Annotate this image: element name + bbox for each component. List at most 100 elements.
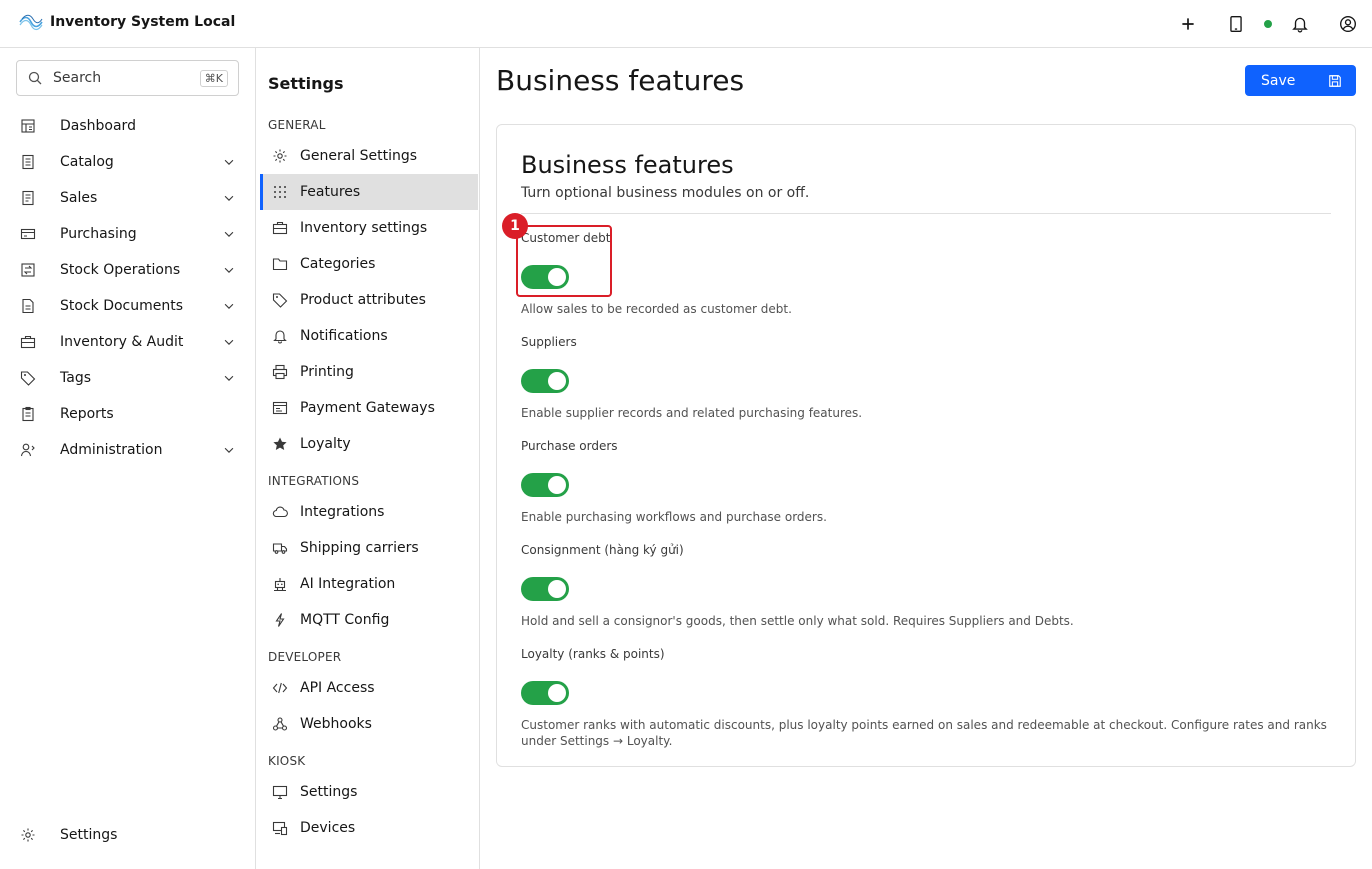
settings-item-ai-integration[interactable]: AI Integration	[260, 566, 478, 602]
settings-item-label: Loyalty	[300, 436, 351, 452]
brand-logo-icon	[19, 14, 43, 31]
sidebar-item-label: Settings	[60, 827, 118, 843]
settings-item-label: MQTT Config	[300, 612, 390, 628]
settings-item-label: Integrations	[300, 504, 385, 520]
sidebar-item-dashboard[interactable]: Dashboard	[0, 108, 256, 144]
page-title: Business features	[496, 64, 745, 97]
search-input[interactable]: Search ⌘K	[16, 60, 239, 96]
settings-item-label: Product attributes	[300, 292, 426, 308]
card-subtitle: Turn optional business modules on or off…	[521, 185, 810, 201]
settings-item-label: Features	[300, 184, 361, 200]
tablet-button[interactable]	[1216, 0, 1256, 48]
settings-item-api-access[interactable]: API Access	[260, 670, 478, 706]
customer-debt-toggle[interactable]	[521, 265, 569, 289]
settings-item-integrations[interactable]: Integrations	[260, 494, 478, 530]
settings-item-product-attributes[interactable]: Product attributes	[260, 282, 478, 318]
sidebar-item-stock-operations[interactable]: Stock Operations	[0, 252, 256, 288]
sidebar-item-reports[interactable]: Reports	[0, 396, 256, 432]
main-content: Business features Save Business features…	[480, 48, 1372, 869]
add-button[interactable]	[1168, 0, 1208, 48]
stock-operations-icon	[20, 262, 36, 278]
sidebar-item-label: Catalog	[60, 154, 114, 170]
tag-icon	[20, 370, 36, 386]
lightning-icon	[272, 612, 288, 628]
status-online-indicator	[1264, 20, 1272, 28]
sidebar-item-purchasing[interactable]: Purchasing	[0, 216, 256, 252]
sidebar-item-label: Sales	[60, 190, 98, 206]
sidebar-item-settings[interactable]: Settings	[0, 817, 256, 853]
settings-title: Settings	[268, 74, 344, 93]
feature-purchase-orders: Purchase orders Enable purchasing workfl…	[521, 439, 1341, 525]
report-icon	[20, 406, 36, 422]
sidebar-item-label: Tags	[60, 370, 91, 386]
divider	[521, 213, 1331, 214]
main-sidebar: Search ⌘K Dashboard Catalog Sales Purcha…	[0, 48, 256, 869]
settings-item-label: Inventory settings	[300, 220, 428, 236]
sales-icon	[20, 190, 36, 206]
settings-item-notifications[interactable]: Notifications	[260, 318, 478, 354]
sidebar-item-sales[interactable]: Sales	[0, 180, 256, 216]
settings-group-label: DEVELOPER	[268, 650, 342, 664]
settings-item-printing[interactable]: Printing	[260, 354, 478, 390]
brand[interactable]: Inventory System Local	[18, 12, 235, 32]
monitor-icon	[272, 784, 288, 800]
user-menu-button[interactable]	[1328, 0, 1368, 48]
feature-description: Enable purchasing workflows and purchase…	[521, 510, 827, 524]
sidebar-item-administration[interactable]: Administration	[0, 432, 256, 468]
folder-icon	[272, 256, 288, 272]
chevron-down-icon	[224, 231, 234, 237]
tag-icon	[272, 292, 288, 308]
sidebar-item-tags[interactable]: Tags	[0, 360, 256, 396]
user-avatar-icon	[1340, 16, 1356, 32]
settings-item-kiosk-settings[interactable]: Settings	[260, 774, 478, 810]
settings-item-general-settings[interactable]: General Settings	[260, 138, 478, 174]
sidebar-item-stock-documents[interactable]: Stock Documents	[0, 288, 256, 324]
settings-item-label: AI Integration	[300, 576, 396, 592]
sidebar-item-catalog[interactable]: Catalog	[0, 144, 256, 180]
settings-item-inventory-settings[interactable]: Inventory settings	[260, 210, 478, 246]
sidebar-item-label: Purchasing	[60, 226, 137, 242]
robot-icon	[272, 576, 288, 592]
sidebar-item-label: Stock Operations	[60, 262, 181, 278]
settings-item-mqtt-config[interactable]: MQTT Config	[260, 602, 478, 638]
settings-item-devices[interactable]: Devices	[260, 810, 478, 846]
save-button[interactable]: Save	[1245, 65, 1356, 96]
settings-sidebar: Settings GENERAL General Settings Featur…	[256, 48, 480, 869]
settings-item-label: Payment Gateways	[300, 400, 435, 416]
feature-description: Enable supplier records and related purc…	[521, 406, 863, 420]
feature-label: Customer debt	[521, 231, 611, 245]
settings-item-label: Webhooks	[300, 716, 372, 732]
consignment-toggle[interactable]	[521, 577, 569, 601]
bell-icon	[1292, 17, 1308, 33]
grid-icon	[272, 184, 288, 200]
catalog-icon	[20, 154, 36, 170]
annotation-marker: 1	[502, 213, 528, 239]
feature-consignment: Consignment (hàng ký gửi) Hold and sell …	[521, 543, 1341, 629]
chevron-down-icon	[224, 375, 234, 381]
feature-label: Loyalty (ranks & points)	[521, 647, 665, 661]
settings-group-label: GENERAL	[268, 118, 326, 132]
admin-icon	[20, 442, 36, 458]
star-icon	[272, 436, 288, 452]
feature-customer-debt: Customer debt Allow sales to be recorded…	[521, 231, 1341, 317]
suppliers-toggle[interactable]	[521, 369, 569, 393]
notifications-button[interactable]	[1280, 0, 1320, 48]
chevron-down-icon	[224, 303, 234, 309]
settings-item-features[interactable]: Features	[260, 174, 478, 210]
purchase-orders-toggle[interactable]	[521, 473, 569, 497]
settings-item-categories[interactable]: Categories	[260, 246, 478, 282]
app-title: Inventory System Local	[50, 14, 236, 30]
sidebar-item-inventory-audit[interactable]: Inventory & Audit	[0, 324, 256, 360]
settings-item-payment-gateways[interactable]: Payment Gateways	[260, 390, 478, 426]
truck-icon	[272, 540, 288, 556]
chevron-down-icon	[224, 267, 234, 273]
chevron-down-icon	[224, 447, 234, 453]
settings-item-label: Printing	[300, 364, 354, 380]
feature-label: Suppliers	[521, 335, 577, 349]
settings-item-webhooks[interactable]: Webhooks	[260, 706, 478, 742]
settings-item-shipping-carriers[interactable]: Shipping carriers	[260, 530, 478, 566]
loyalty-toggle[interactable]	[521, 681, 569, 705]
card-title: Business features	[521, 151, 734, 179]
feature-label: Consignment (hàng ký gửi)	[521, 543, 684, 557]
settings-item-loyalty[interactable]: Loyalty	[260, 426, 478, 462]
